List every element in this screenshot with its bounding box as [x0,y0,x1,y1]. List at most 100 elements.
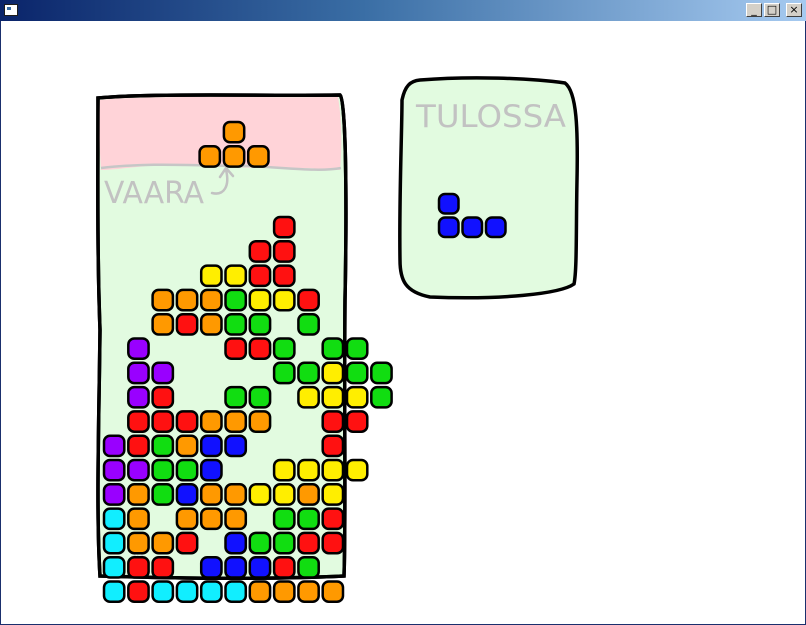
purple-block [102,458,126,482]
purple-block [102,434,126,458]
orange-block [321,580,345,604]
yellow-block [297,458,320,482]
orange-block [199,507,223,531]
game-canvas: VAARA NÄ M TULOSSA [96,76,580,604]
yellow-block [345,458,369,482]
next-label: TULOSSA [415,99,566,135]
yellow-block [321,483,345,506]
blue-block [461,216,484,239]
green-block [272,531,296,555]
blue-block [248,555,272,579]
blue-block [199,434,223,458]
red-block [321,410,345,433]
green-block [248,312,272,336]
red-block [127,555,150,579]
red-block [272,240,296,263]
orange-block [222,145,246,168]
red-block [345,410,369,433]
orange-block [127,531,150,555]
orange-block [224,410,248,433]
green-block [272,361,296,385]
orange-block [151,288,175,312]
green-block [321,337,345,361]
green-block [151,458,175,482]
green-block [345,361,369,385]
green-block [297,361,320,385]
red-block [297,531,320,555]
yellow-block [297,385,320,409]
orange-block [246,145,270,168]
purple-block [127,337,150,361]
orange-block [199,483,223,506]
blue-block [224,531,248,555]
red-block [321,531,345,555]
blue-block [437,192,460,215]
orange-block [198,145,222,168]
blue-block [199,555,223,579]
green-block [272,507,296,531]
green-block [224,385,248,409]
blue-block [484,216,507,239]
green-block [370,385,393,409]
orange-block [151,312,175,336]
red-block [321,434,345,458]
cyan-block [102,580,126,604]
green-block [248,385,272,409]
red-block [175,531,199,555]
red-block [248,264,272,288]
cyan-block [151,580,175,604]
green-block [224,312,248,336]
blue-block [437,216,460,239]
cyan-block [175,580,199,604]
orange-block [175,507,199,531]
green-block [297,507,320,531]
orange-block [222,120,246,144]
orange-block [199,312,223,336]
yellow-block [272,483,296,506]
red-block [272,264,296,288]
red-block [151,410,175,433]
red-block [127,434,150,458]
green-block [297,312,320,336]
orange-block [248,580,272,604]
red-block [272,215,296,239]
blue-block [224,555,248,579]
green-block [151,434,175,458]
red-block [297,288,320,312]
orange-block [297,580,320,604]
yellow-block [224,264,248,288]
green-block [248,531,272,555]
blue-block [199,458,223,482]
green-block [345,337,369,361]
orange-block [248,410,272,433]
orange-block [175,288,199,312]
red-block [248,337,272,361]
blue-block [175,483,199,506]
red-block [248,240,272,263]
red-block [272,555,296,579]
green-block [151,483,175,506]
cyan-block [199,580,223,604]
purple-block [151,361,175,385]
orange-block [127,507,150,531]
red-block [175,410,199,433]
orange-block [224,507,248,531]
orange-block [175,434,199,458]
green-block [370,361,393,385]
purple-block [102,483,126,506]
red-block [127,580,150,604]
red-block [321,507,345,531]
purple-block [127,385,150,409]
red-block [151,555,175,579]
yellow-block [248,288,272,312]
cyan-block [224,580,248,604]
orange-block [272,580,296,604]
green-block [272,337,296,361]
yellow-block [321,361,345,385]
cyan-block [102,555,126,579]
green-block [175,458,199,482]
orange-block [199,410,223,433]
green-block [224,288,248,312]
yellow-block [321,385,345,409]
yellow-block [321,458,345,482]
